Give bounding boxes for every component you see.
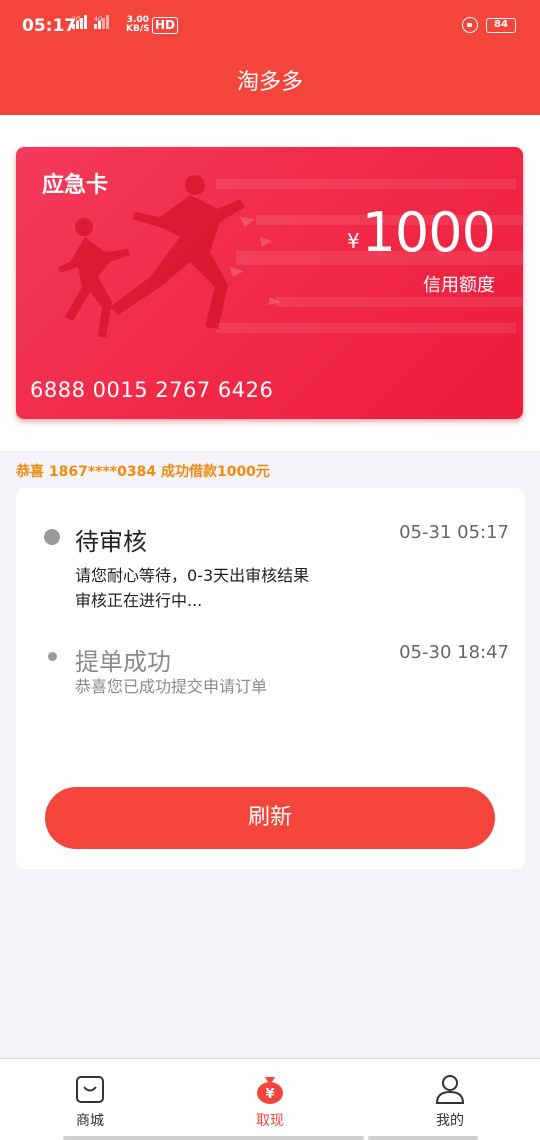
nav-gesture-bar <box>190 1136 364 1140</box>
step-desc-line: 恭喜您已成功提交申请订单 <box>75 677 268 696</box>
tab-label: 取现 <box>256 1113 284 1129</box>
svg-text:4G: 4G <box>94 16 103 23</box>
tab-label: 商城 <box>76 1113 104 1129</box>
step-time: 05-31 05:17 <box>399 522 509 543</box>
step-description: 恭喜您已成功提交申请订单 <box>75 674 267 699</box>
user-icon <box>435 1075 465 1104</box>
tab-withdraw[interactable]: ¥ 取现 <box>180 1059 360 1140</box>
loan-ticker: 恭喜 1867****0384 成功借款1000元 <box>16 464 270 480</box>
app-header: 淘多多 <box>0 52 540 115</box>
network-speed: 3.00 KB/S <box>126 15 150 34</box>
tab-shop[interactable]: 商城 <box>0 1059 180 1140</box>
card-label: 应急卡 <box>42 173 109 198</box>
currency-symbol: ¥ <box>347 229 360 253</box>
tab-mine[interactable]: 我的 <box>360 1059 540 1140</box>
svg-text:2G: 2G <box>72 16 81 23</box>
card-section: 应急卡 ¥ 1000 信用额度 6888 0015 2767 6426 <box>0 115 540 451</box>
step-description: 请您耐心等待，0-3天出审核结果 审核正在进行中... <box>75 563 309 613</box>
hd-badge: HD <box>152 17 179 34</box>
svg-text:¥: ¥ <box>265 1087 274 1102</box>
step-desc-line: 请您耐心等待，0-3天出审核结果 <box>75 566 310 585</box>
shop-bag-icon <box>76 1076 104 1103</box>
refresh-button[interactable]: 刷新 <box>45 787 495 849</box>
credit-amount: 1000 <box>361 201 496 264</box>
nav-gesture-bar <box>368 1136 478 1140</box>
battery-indicator: 84 <box>486 18 516 33</box>
lock-icon <box>462 17 478 33</box>
card-number: 6888 0015 2767 6426 <box>30 378 274 402</box>
step-title: 待审核 <box>75 528 147 556</box>
tab-label: 我的 <box>436 1113 464 1129</box>
status-bar: 05:17 2G 4G 3.00 KB/S HD 84 <box>0 0 540 52</box>
step-dot-icon <box>48 652 57 661</box>
progress-panel: 待审核 05-31 05:17 请您耐心等待，0-3天出审核结果 审核正在进行中… <box>16 488 525 869</box>
bottom-tab-bar: 商城 ¥ 取现 我的 <box>0 1058 540 1140</box>
status-time: 05:17 <box>22 16 77 36</box>
page-title: 淘多多 <box>236 70 303 95</box>
emergency-card: 应急卡 ¥ 1000 信用额度 6888 0015 2767 6426 <box>16 147 523 419</box>
step-title: 提单成功 <box>75 648 171 676</box>
credit-limit-label: 信用额度 <box>423 275 495 296</box>
step-dot-icon <box>44 529 60 545</box>
step-desc-line: 审核正在进行中... <box>75 591 203 610</box>
signal-icon: 2G 4G <box>72 14 120 33</box>
step-time: 05-30 18:47 <box>399 642 509 663</box>
money-bag-icon: ¥ <box>257 1077 283 1104</box>
